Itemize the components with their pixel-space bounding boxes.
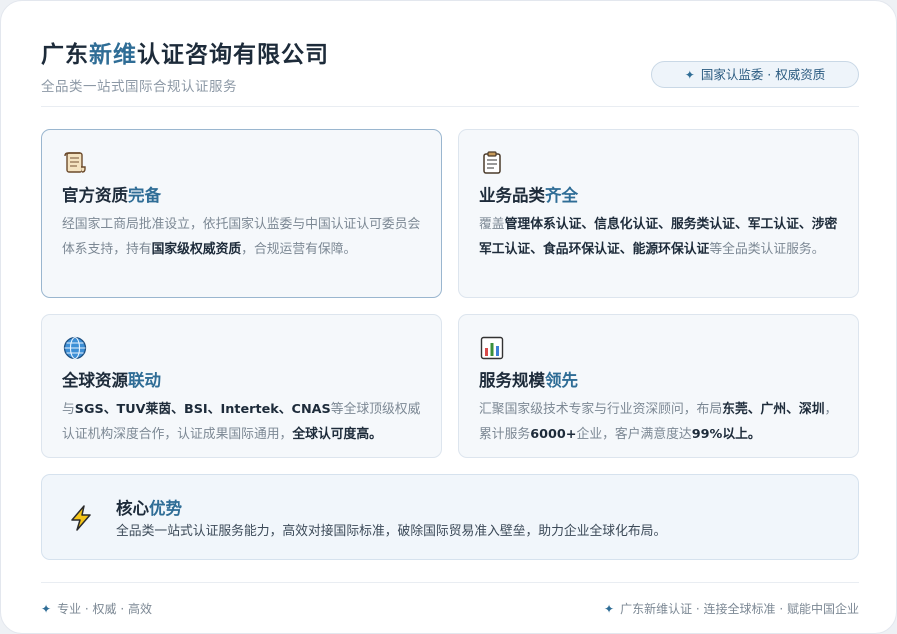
card-description: 覆盖管理体系认证、信息化认证、服务类认证、军工认证、涉密军工认证、食品环保认证、… (479, 217, 838, 257)
bar-chart-icon (480, 336, 504, 360)
page-card: 广东新维认证咨询有限公司 全品类一站式国际合规认证服务 ✦ 国家认监委 · 权威资… (0, 0, 897, 634)
card-title: 全球资源联动 (62, 371, 161, 390)
title-suffix: 认证咨询有限公司 (137, 42, 329, 68)
card-description: 汇聚国家级技术专家与行业资深顾问，布局东莞、广州、深圳，累计服务6000+企业，… (479, 402, 838, 442)
globe-icon (63, 336, 87, 360)
qualification-badge: ✦ 国家认监委 · 权威资质 (651, 61, 859, 88)
core-description: 全品类一站式认证服务能力，高效对接国际标准，破除国际贸易准入壁垒，助力企业全球化… (116, 524, 667, 539)
card-description: 与SGS、TUV莱茵、BSI、Intertek、CNAS等全球顶级权威认证机构深… (62, 402, 421, 442)
core-title: 核心优势 (116, 499, 182, 518)
sparkle-icon: ✦ (604, 602, 615, 616)
badge-label: 国家认监委 · 权威资质 (700, 67, 826, 82)
footer-slogan: ✦ 广东新维认证 · 连接全球标准 · 赋能中国企业 (604, 602, 859, 616)
card-global-resources[interactable]: 全球资源联动 与SGS、TUV莱茵、BSI、Intertek、CNAS等全球顶级… (41, 314, 442, 458)
header: 广东新维认证咨询有限公司 全品类一站式国际合规认证服务 ✦ 国家认监委 · 权威资… (41, 35, 859, 107)
card-title: 业务品类齐全 (479, 186, 578, 205)
title-prefix: 广东 (41, 42, 89, 68)
card-title: 官方资质完备 (62, 186, 161, 205)
lightning-icon (71, 505, 91, 531)
sparkle-icon: ✦ (41, 602, 52, 616)
footer: ✦ 专业 · 权威 · 高效 ✦ 广东新维认证 · 连接全球标准 · 赋能中国企业 (41, 582, 859, 616)
scroll-icon (64, 152, 86, 173)
clipboard-icon (483, 151, 501, 174)
title-highlight: 新维 (89, 42, 137, 68)
sparkle-icon: ✦ (684, 68, 695, 82)
card-title: 服务规模领先 (479, 371, 578, 390)
footer-tagline: ✦ 专业 · 权威 · 高效 (41, 602, 152, 616)
card-official-qualification[interactable]: 官方资质完备 经国家工商局批准设立，依托国家认监委与中国认证认可委员会体系支持，… (41, 129, 442, 298)
core-advantage-banner: 核心优势 全品类一站式认证服务能力，高效对接国际标准，破除国际贸易准入壁垒，助力… (41, 474, 859, 560)
card-service-scale[interactable]: 服务规模领先 汇聚国家级技术专家与行业资深顾问，布局东莞、广州、深圳，累计服务6… (458, 314, 859, 458)
card-description: 经国家工商局批准设立，依托国家认监委与中国认证认可委员会体系支持，持有国家级权威… (62, 217, 421, 257)
card-business-categories[interactable]: 业务品类齐全 覆盖管理体系认证、信息化认证、服务类认证、军工认证、涉密军工认证、… (458, 129, 859, 298)
